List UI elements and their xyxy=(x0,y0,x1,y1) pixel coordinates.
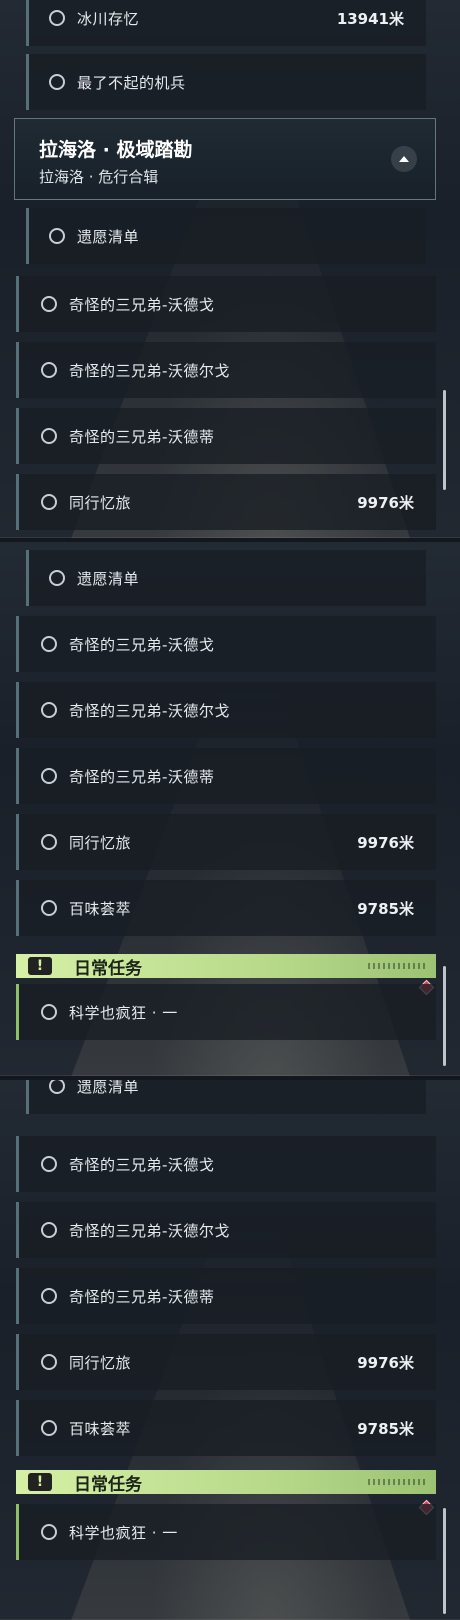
quest-list-panel-3: 遗愿清单 奇怪的三兄弟-沃德戈 奇怪的三兄弟-沃德尔戈 奇怪的三兄弟-沃德蒂 同… xyxy=(0,1080,460,1620)
ring-icon xyxy=(41,1156,57,1172)
quest-label: 最了不起的机兵 xyxy=(77,73,186,92)
quest-row[interactable]: 奇怪的三兄弟-沃德蒂 xyxy=(16,408,436,464)
quest-label: 百味荟萃 xyxy=(69,1419,132,1438)
quest-label: 奇怪的三兄弟-沃德尔戈 xyxy=(69,1221,230,1240)
ring-icon xyxy=(41,900,57,916)
quest-row[interactable]: 最了不起的机兵 xyxy=(26,54,426,110)
quest-row[interactable]: 科学也疯狂 · 一 xyxy=(16,984,436,1040)
quest-label: 奇怪的三兄弟-沃德戈 xyxy=(69,1155,215,1174)
region-title: 拉海洛 · 极域踏勘 xyxy=(39,139,193,161)
ring-icon xyxy=(41,834,57,850)
quest-row[interactable]: 同行忆旅 9976米 xyxy=(16,474,436,530)
quest-row[interactable]: 奇怪的三兄弟-沃德尔戈 xyxy=(16,682,436,738)
quest-label: 奇怪的三兄弟-沃德戈 xyxy=(69,295,215,314)
quest-row[interactable]: 同行忆旅 9976米 xyxy=(16,814,436,870)
quest-label: 奇怪的三兄弟-沃德蒂 xyxy=(69,767,215,786)
ring-icon xyxy=(41,702,57,718)
ring-icon xyxy=(41,1222,57,1238)
quest-row[interactable]: 奇怪的三兄弟-沃德尔戈 xyxy=(16,342,436,398)
daily-tasks-header[interactable]: ! 日常任务 xyxy=(16,954,436,979)
ring-icon xyxy=(41,636,57,652)
quest-label: 科学也疯狂 · 一 xyxy=(69,1523,178,1542)
quest-label: 同行忆旅 xyxy=(69,833,132,852)
quest-row[interactable]: 科学也疯狂 · 一 xyxy=(16,1504,436,1560)
ring-icon xyxy=(41,1524,57,1540)
ring-icon xyxy=(41,296,57,312)
quest-list-panel-2: 遗愿清单 奇怪的三兄弟-沃德戈 奇怪的三兄弟-沃德尔戈 奇怪的三兄弟-沃德蒂 同… xyxy=(0,542,460,1076)
quest-distance: 9976米 xyxy=(357,1353,414,1372)
ring-icon xyxy=(41,1420,57,1436)
quest-label: 奇怪的三兄弟-沃德蒂 xyxy=(69,1287,215,1306)
quest-row[interactable]: 奇怪的三兄弟-沃德蒂 xyxy=(16,1268,436,1324)
ring-icon xyxy=(49,74,65,90)
quest-label: 奇怪的三兄弟-沃德蒂 xyxy=(69,427,215,446)
quest-distance: 9976米 xyxy=(357,833,414,852)
quest-row[interactable]: 奇怪的三兄弟-沃德戈 xyxy=(16,276,436,332)
quest-label: 奇怪的三兄弟-沃德尔戈 xyxy=(69,361,230,380)
quest-row[interactable]: 遗愿清单 xyxy=(26,208,426,264)
quest-label: 遗愿清单 xyxy=(77,227,140,246)
quest-row[interactable]: 奇怪的三兄弟-沃德蒂 xyxy=(16,748,436,804)
ring-icon xyxy=(41,428,57,444)
decor-stripes xyxy=(368,963,428,969)
region-header[interactable]: 拉海洛 · 极域踏勘 拉海洛 · 危行合辑 xyxy=(14,118,436,200)
quest-label: 同行忆旅 xyxy=(69,1353,132,1372)
ring-icon xyxy=(41,494,57,510)
quest-row[interactable]: 遗愿清单 xyxy=(26,550,426,606)
quest-label: 同行忆旅 xyxy=(69,493,132,512)
quest-label: 遗愿清单 xyxy=(77,569,140,588)
exclamation-icon: ! xyxy=(28,957,52,975)
quest-label: 奇怪的三兄弟-沃德戈 xyxy=(69,635,215,654)
quest-label: 遗愿清单 xyxy=(77,1080,140,1096)
quest-distance: 9785米 xyxy=(357,1419,414,1438)
quest-row[interactable]: 百味荟萃 9785米 xyxy=(16,1400,436,1456)
quest-list-panel-1: 冰川存忆 13941米 最了不起的机兵 拉海洛 · 极域踏勘 拉海洛 · 危行合… xyxy=(0,0,460,538)
ring-icon xyxy=(41,1288,57,1304)
quest-distance: 9785米 xyxy=(357,899,414,918)
quest-distance: 13941米 xyxy=(336,9,404,28)
quest-row[interactable]: 同行忆旅 9976米 xyxy=(16,1334,436,1390)
ring-icon xyxy=(41,1354,57,1370)
ring-icon xyxy=(49,1080,65,1094)
region-subtitle: 拉海洛 · 危行合辑 xyxy=(39,168,159,186)
ring-icon xyxy=(41,362,57,378)
ring-icon xyxy=(49,228,65,244)
quest-row[interactable]: 百味荟萃 9785米 xyxy=(16,880,436,936)
scrollbar[interactable] xyxy=(443,390,446,490)
quest-row[interactable]: 冰川存忆 13941米 xyxy=(26,0,426,46)
quest-row[interactable]: 遗愿清单 xyxy=(26,1080,426,1114)
quest-label: 冰川存忆 xyxy=(77,9,140,28)
decor-stripes xyxy=(368,1479,428,1485)
ring-icon xyxy=(41,1004,57,1020)
daily-tasks-title: 日常任务 xyxy=(74,958,142,979)
ring-icon xyxy=(41,768,57,784)
scrollbar[interactable] xyxy=(443,966,446,1066)
quest-label: 科学也疯狂 · 一 xyxy=(69,1003,178,1022)
ring-icon xyxy=(49,570,65,586)
scrollbar[interactable] xyxy=(443,1508,446,1614)
exclamation-icon: ! xyxy=(28,1473,52,1491)
daily-tasks-title: 日常任务 xyxy=(74,1474,142,1495)
chevron-up-icon[interactable] xyxy=(391,146,417,172)
quest-label: 奇怪的三兄弟-沃德尔戈 xyxy=(69,701,230,720)
quest-row[interactable]: 奇怪的三兄弟-沃德戈 xyxy=(16,1136,436,1192)
quest-distance: 9976米 xyxy=(357,493,414,512)
quest-row[interactable]: 奇怪的三兄弟-沃德尔戈 xyxy=(16,1202,436,1258)
quest-label: 百味荟萃 xyxy=(69,899,132,918)
daily-tasks-header[interactable]: ! 日常任务 xyxy=(16,1470,436,1495)
quest-row[interactable]: 奇怪的三兄弟-沃德戈 xyxy=(16,616,436,672)
ring-icon xyxy=(49,10,65,26)
